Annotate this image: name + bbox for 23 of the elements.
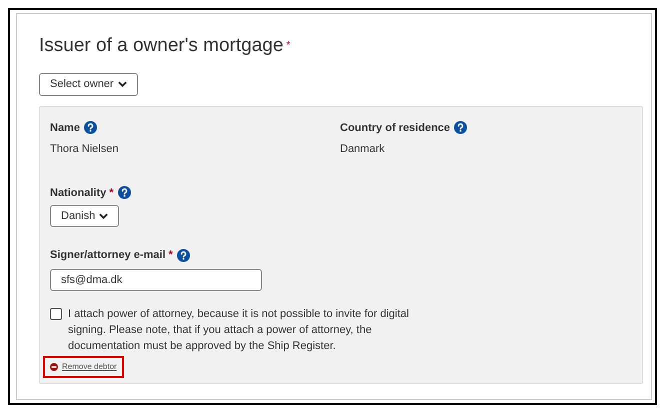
checkbox[interactable] — [50, 308, 62, 320]
select-owner-dropdown[interactable]: Select owner — [39, 72, 138, 96]
help-icon[interactable] — [454, 121, 468, 134]
field-value: Thora Nielsen — [50, 142, 120, 157]
required-mark: * — [286, 39, 290, 53]
chevron-down-icon — [99, 213, 108, 219]
help-icon[interactable] — [176, 248, 190, 262]
required-mark: * — [168, 248, 173, 263]
required-mark: * — [109, 186, 114, 200]
nationality-dropdown[interactable]: Danish — [50, 205, 120, 227]
email-field[interactable]: sfs@dma.dk — [50, 268, 262, 290]
chevron-down-icon — [118, 81, 127, 87]
field-label: Nationality — [50, 186, 106, 200]
field-label: Country of residence — [340, 120, 450, 136]
minus-circle-icon — [50, 362, 58, 370]
field-label: Signer/attorney e-mail — [50, 248, 166, 263]
section-title: Issuer of a owner's mortgage — [39, 34, 284, 58]
checkbox-label: I attach power of attorney, because it is not possible to invite for digital signing. Please note, that if you attach a power of attorney, the documentation must be approved by the Ship Register. — [68, 306, 410, 354]
help-icon[interactable] — [118, 186, 131, 200]
field-value: Danmark — [340, 142, 386, 157]
remove-debtor-link[interactable]: Remove debtor — [50, 360, 117, 372]
field-label: Name — [50, 120, 80, 136]
help-icon[interactable] — [84, 121, 97, 134]
